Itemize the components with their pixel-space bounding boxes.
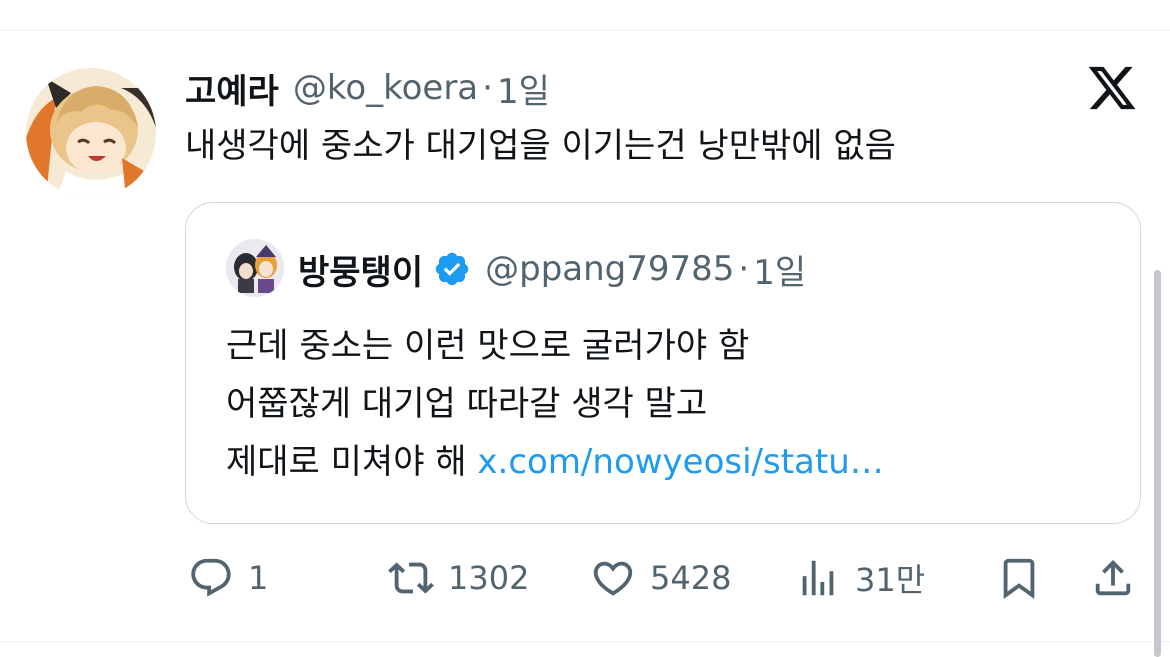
- quote-text-line-3-text: 제대로 미쳐야 해: [226, 442, 467, 482]
- quote-time[interactable]: 1일: [753, 245, 806, 294]
- quote-text-line-3: 제대로 미쳐야 해 x.com/nowyeosi/statu…: [226, 433, 884, 491]
- author-avatar-image: [26, 68, 156, 198]
- verified-badge-icon: [435, 252, 469, 286]
- like-button[interactable]: 5428: [590, 548, 731, 608]
- bookmark-icon: [1003, 558, 1035, 599]
- reply-count: 1: [248, 559, 269, 597]
- quote-author-name[interactable]: 방뭉탱이: [298, 245, 423, 294]
- retweet-count: 1302: [448, 559, 530, 597]
- retweet-icon: [388, 562, 434, 594]
- action-bar: 1 1302 5428 31만: [0, 548, 1170, 608]
- quoted-tweet[interactable]: 방뭉탱이 @ppang79785 · 1일 근데 중소는 이런 맛으로 굴러가야…: [185, 202, 1141, 524]
- quote-author-avatar[interactable]: [226, 239, 284, 297]
- tweet-time[interactable]: 1일: [497, 64, 550, 113]
- tweet-text: 내생각에 중소가 대기업을 이기는건 낭만밖에 없음: [185, 126, 896, 166]
- bookmark-button[interactable]: [996, 548, 1042, 608]
- like-count: 5428: [650, 559, 732, 597]
- reply-button[interactable]: 1: [188, 548, 268, 608]
- tweet-header: 고예라 @ko_koera · 1일: [185, 62, 550, 114]
- scrollbar[interactable]: [1154, 270, 1161, 657]
- quote-header: 방뭉탱이 @ppang79785 · 1일: [298, 243, 806, 295]
- views-bar-chart-icon: [802, 560, 834, 596]
- views-button[interactable]: 31만: [795, 548, 925, 608]
- retweet-button[interactable]: 1302: [388, 548, 529, 608]
- reply-icon: [191, 558, 231, 597]
- bottom-divider: [0, 641, 1170, 642]
- share-icon: [1095, 559, 1131, 596]
- x-logo-icon-svg: [1088, 66, 1136, 110]
- author-name[interactable]: 고예라: [185, 64, 279, 113]
- author-handle[interactable]: @ko_koera: [293, 68, 478, 108]
- quote-avatar-image: [226, 239, 284, 297]
- top-divider: [0, 30, 1170, 31]
- quote-separator-dot: ·: [738, 249, 750, 289]
- quote-text-line-1: 근데 중소는 이런 맛으로 굴러가야 함: [226, 326, 750, 366]
- quote-text-line-2: 어쭙잖게 대기업 따라갈 생각 말고: [226, 384, 708, 424]
- share-button[interactable]: [1090, 548, 1136, 608]
- x-logo-icon[interactable]: [1086, 62, 1138, 114]
- heart-icon: [593, 561, 633, 596]
- author-avatar[interactable]: [26, 68, 156, 198]
- quote-link[interactable]: x.com/nowyeosi/statu…: [477, 442, 883, 482]
- quote-author-handle[interactable]: @ppang79785: [485, 249, 734, 289]
- separator-dot: ·: [482, 68, 493, 108]
- views-count: 31만: [855, 561, 926, 599]
- quote-text: 근데 중소는 이런 맛으로 굴러가야 함 어쭙잖게 대기업 따라갈 생각 말고 …: [226, 317, 884, 491]
